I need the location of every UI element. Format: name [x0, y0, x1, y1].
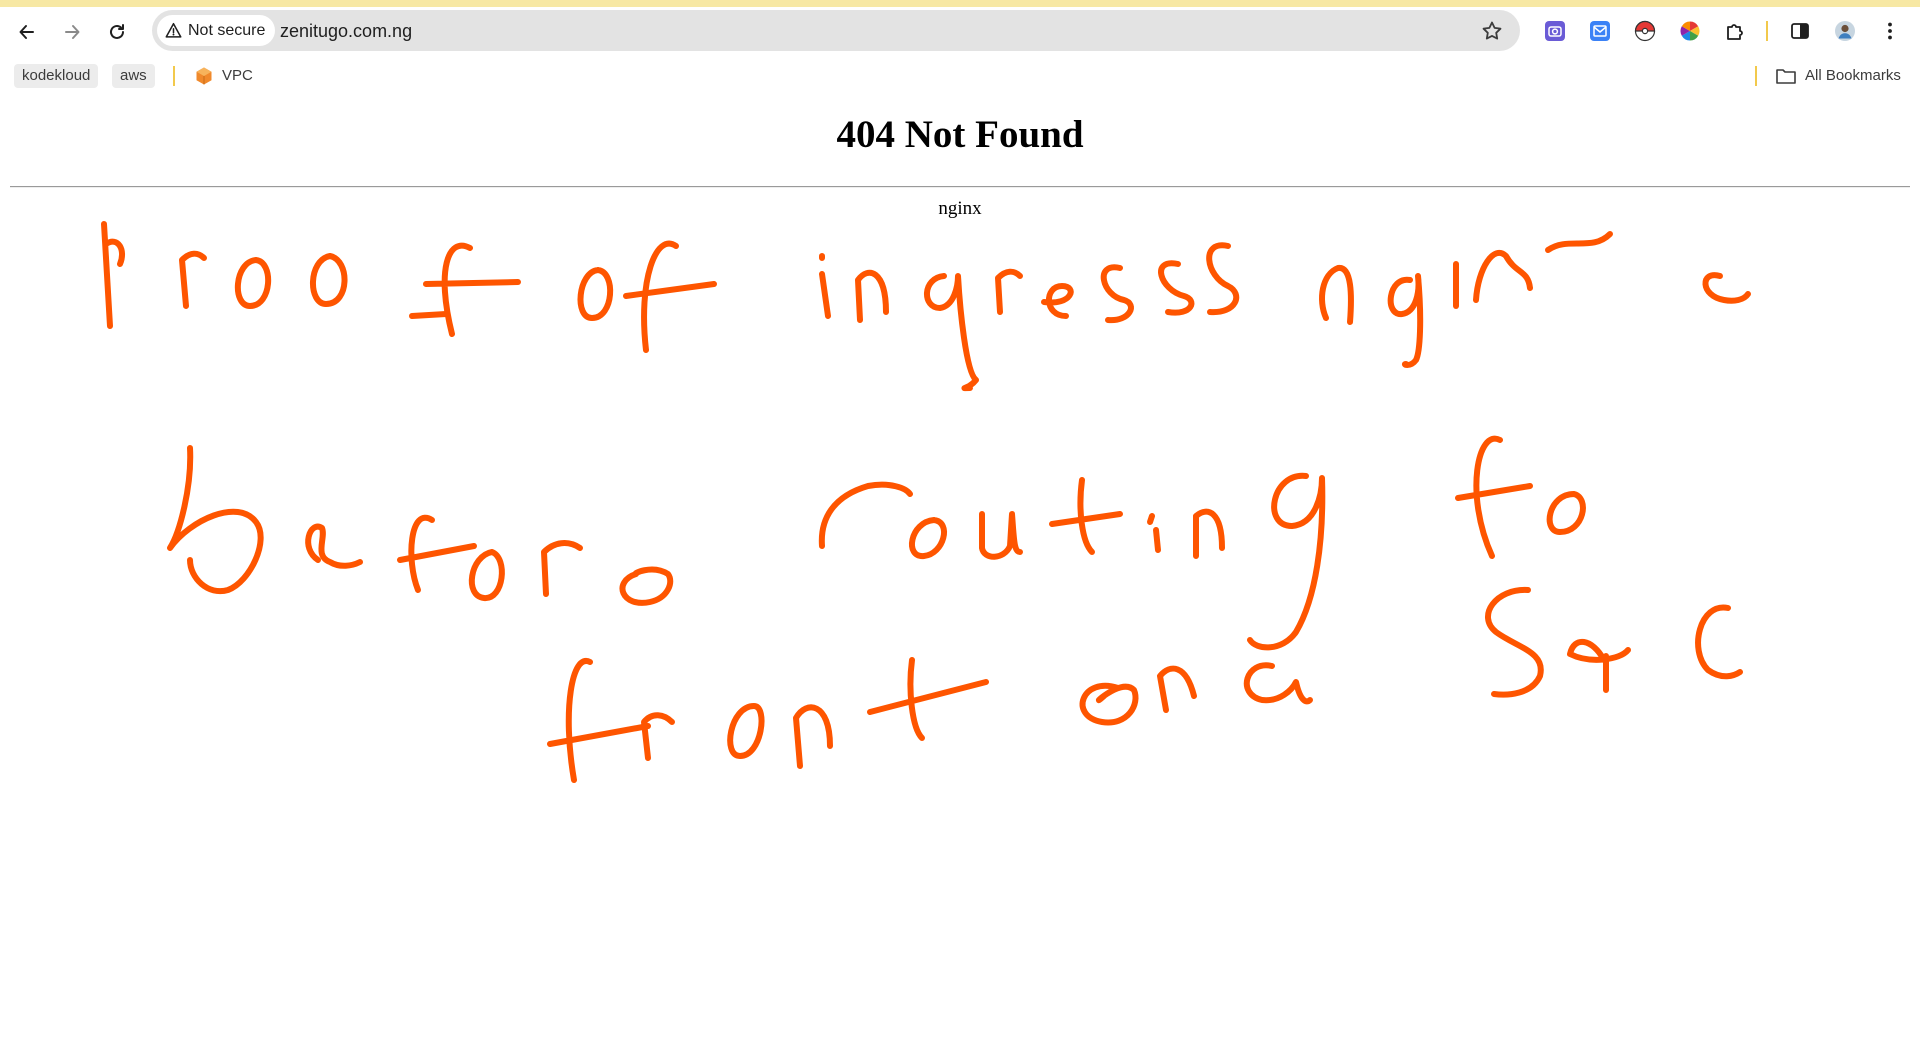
back-button[interactable] [12, 17, 42, 47]
bookmark-vpc-label: VPC [222, 67, 253, 84]
camera-extension-icon [1545, 21, 1565, 41]
page-title: 404 Not Found [836, 113, 1084, 156]
bookmark-kodekloud[interactable]: kodekloud [14, 64, 99, 88]
profile-avatar-icon [1835, 21, 1855, 41]
kebab-menu-button[interactable] [1878, 19, 1902, 43]
aws-vpc-icon [196, 67, 212, 85]
pokeball-extension-icon [1634, 20, 1656, 42]
bookmark-separator [173, 66, 175, 86]
warning-triangle-icon [165, 22, 182, 38]
puzzle-extensions-icon [1727, 24, 1743, 40]
forward-button[interactable] [57, 17, 87, 47]
mail-extension-icon [1590, 21, 1610, 41]
bookmarks-bar: kodekloud aws VPC All Bookmarks [0, 54, 1920, 92]
profile-avatar[interactable] [1833, 19, 1857, 43]
back-arrow-icon [19, 25, 34, 39]
security-label: Not secure [188, 21, 266, 39]
url-text[interactable]: zenitugo.com.ng [280, 21, 412, 42]
bookmark-star-icon[interactable] [1480, 19, 1504, 43]
address-bar[interactable]: Not secure zenitugo.com.ng [152, 10, 1520, 51]
bookmark-separator-right [1755, 66, 1757, 86]
pokeball-extension-button[interactable] [1633, 19, 1657, 43]
color-wheel-extension-icon [1680, 21, 1700, 41]
color-wheel-extension-button[interactable] [1678, 19, 1702, 43]
all-bookmarks-label: All Bookmarks [1805, 67, 1901, 84]
side-panel-button[interactable] [1788, 19, 1812, 43]
reload-button[interactable] [102, 17, 132, 47]
security-chip[interactable]: Not secure [157, 15, 276, 46]
extensions-button[interactable] [1723, 19, 1747, 43]
forward-arrow-icon [65, 25, 80, 39]
page-content: 404 Not Found nginx [0, 92, 1920, 1064]
kebab-menu-icon [1888, 22, 1892, 40]
folder-icon [1776, 69, 1796, 84]
bookmark-aws[interactable]: aws [112, 64, 155, 88]
side-panel-icon [1791, 23, 1809, 39]
all-bookmarks-button[interactable]: All Bookmarks [1775, 64, 1901, 88]
browser-toolbar: Not secure zenitugo.com.ng [0, 7, 1920, 54]
mail-extension-button[interactable] [1588, 19, 1612, 43]
divider [10, 186, 1910, 188]
toolbar-separator [1766, 21, 1768, 41]
camera-extension-button[interactable] [1543, 19, 1567, 43]
window-top-accent [0, 0, 1920, 7]
server-signature: nginx [938, 198, 982, 219]
bookmark-vpc[interactable]: VPC [194, 64, 253, 88]
reload-icon [110, 24, 124, 39]
